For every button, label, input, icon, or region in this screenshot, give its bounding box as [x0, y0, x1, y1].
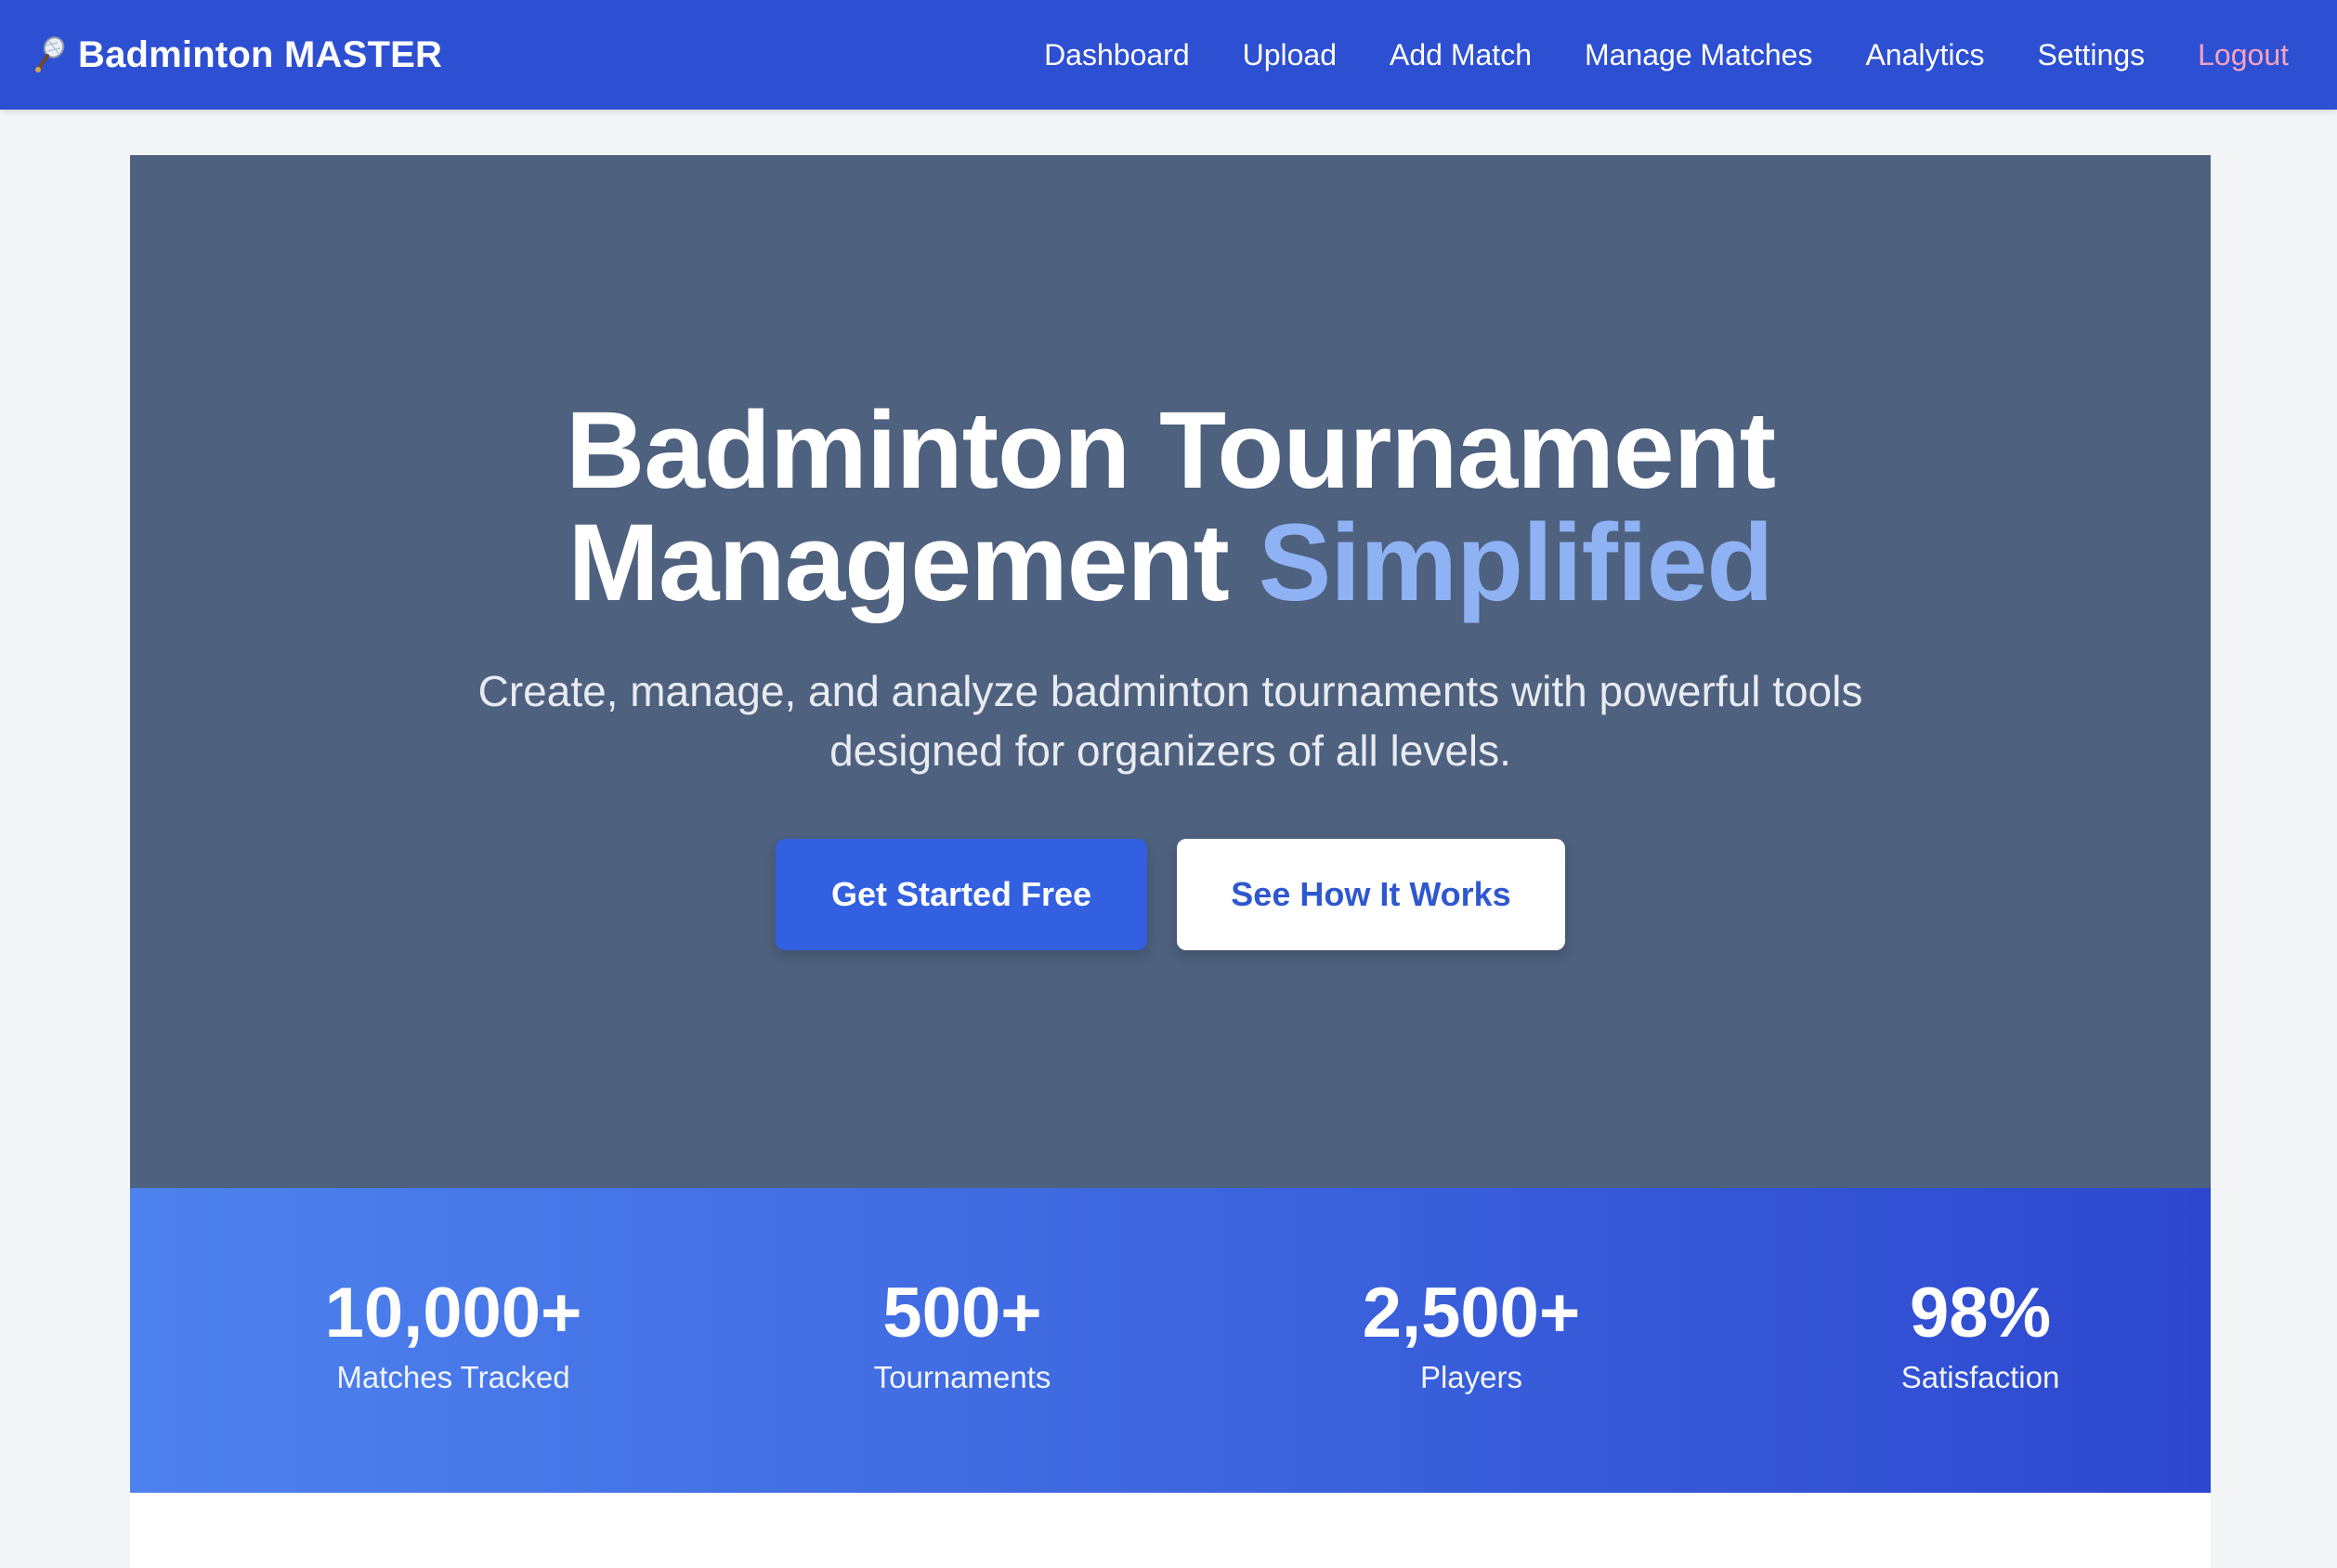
stat-value: 10,000+: [324, 1274, 582, 1352]
hero-subtitle: Create, manage, and analyze badminton to…: [477, 667, 1863, 775]
nav-link-logout[interactable]: Logout: [2198, 38, 2289, 72]
main-content: Badminton Tournament Management Simplifi…: [130, 155, 2211, 1568]
get-started-button[interactable]: Get Started Free: [776, 839, 1147, 950]
stat-label: Tournaments: [873, 1360, 1051, 1394]
see-how-it-works-button[interactable]: See How It Works: [1177, 839, 1565, 950]
badminton-racket-icon: [35, 36, 65, 72]
stat-value: 98%: [1909, 1274, 2052, 1352]
nav-link-upload[interactable]: Upload: [1243, 38, 1337, 72]
nav-link-manage-matches[interactable]: Manage Matches: [1585, 38, 1812, 72]
hero-buttons: Get Started Free See How It Works: [130, 839, 2211, 950]
hero-title-accent: Simplified: [1258, 502, 1774, 624]
stat-label: Players: [1419, 1360, 1523, 1394]
nav-links: Dashboard Upload Add Match Manage Matche…: [991, 0, 2289, 110]
stat-matches-tracked: 10,000+ Matches Tracked: [268, 1274, 639, 1398]
hero-title: Badminton Tournament Management Simplifi…: [130, 395, 2211, 620]
stat-label: Matches Tracked: [336, 1360, 570, 1394]
brand-logo[interactable]: Badminton MASTER: [30, 0, 442, 110]
nav-link-analytics[interactable]: Analytics: [1865, 38, 1984, 72]
stat-satisfaction: 98% Satisfaction: [1795, 1274, 2166, 1398]
hero-title-line2: Management: [568, 502, 1259, 624]
stat-value: 500+: [882, 1274, 1042, 1352]
stat-value: 2,500+: [1362, 1274, 1581, 1352]
hero-section: Badminton Tournament Management Simplifi…: [130, 155, 2211, 1188]
nav-link-dashboard[interactable]: Dashboard: [1044, 38, 1190, 72]
top-navbar: Badminton MASTER Dashboard Upload Add Ma…: [0, 0, 2337, 110]
nav-link-settings[interactable]: Settings: [2038, 38, 2146, 72]
stat-players: 2,500+ Players: [1286, 1274, 1657, 1398]
brand-name: Badminton MASTER: [78, 33, 443, 75]
stat-label: Satisfaction: [1900, 1360, 2060, 1394]
nav-link-add-match[interactable]: Add Match: [1390, 38, 1532, 72]
stat-tournaments: 500+ Tournaments: [777, 1274, 1148, 1398]
hero-title-line1: Badminton Tournament: [566, 389, 1776, 512]
stats-banner: 10,000+ Matches Tracked 500+ Tournaments…: [130, 1188, 2211, 1493]
